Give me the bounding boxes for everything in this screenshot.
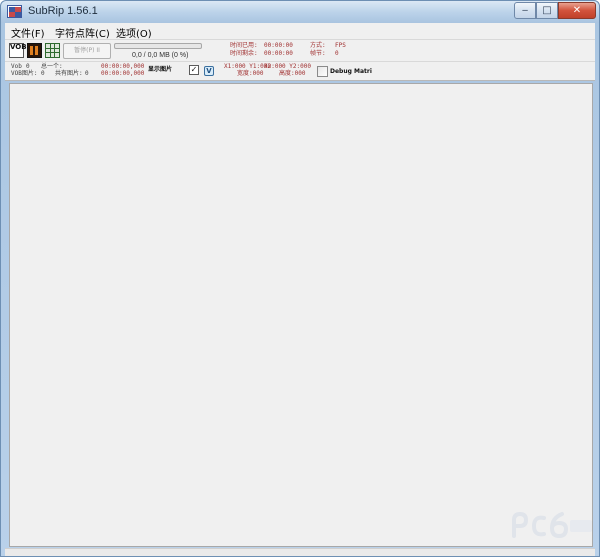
menu-char-matrix[interactable]: 字符点阵(C) [55, 25, 110, 40]
window-title: SubRip 1.56.1 [28, 5, 98, 17]
subrip-app-icon[interactable] [7, 5, 22, 18]
time-left-label: 时间剩余: [230, 50, 258, 57]
time-used-label: 时间已用: [230, 42, 258, 49]
vob-open-icon[interactable]: VOB [9, 43, 27, 58]
watermark-logo-icon [512, 511, 592, 539]
x2y2-label: X2:000 Y2:000 [264, 63, 311, 70]
shared-value: 0 [85, 70, 89, 77]
height-label: 高度:000 [279, 70, 306, 77]
time-start: 00:00:00,000 [101, 63, 145, 70]
show-image-label: 显示图片 [148, 66, 173, 73]
time-used-value: 00:00:00 [264, 42, 293, 49]
vob-label: Vob [11, 63, 22, 70]
pause-button[interactable]: 暂停(P) II [63, 43, 111, 59]
time-left-value: 00:00:00 [264, 50, 293, 57]
toolbar-main: VOB 暂停(P) II 0,0 / 0,0 MB (0 %) 时间已用: 00… [5, 39, 595, 61]
maximize-button[interactable]: □ [536, 2, 558, 19]
menu-bar: 文件(F) 字符点阵(C) 选项(O) [5, 23, 595, 40]
v-button[interactable]: V [204, 66, 214, 76]
app-window: SubRip 1.56.1 ‒ □ ✕ 文件(F) 字符点阵(C) 选项(O) … [0, 0, 600, 557]
close-button[interactable]: ✕ [558, 2, 596, 19]
show-image-checkbox[interactable]: ✓ [189, 65, 199, 75]
char-matrix-icon[interactable] [45, 43, 60, 58]
title-bar[interactable]: SubRip 1.56.1 ‒ □ ✕ [1, 1, 599, 23]
mode-value: FPS [335, 42, 346, 49]
width-label: 宽度:000 [237, 70, 264, 77]
size-text: 0,0 / 0,0 MB (0 %) [132, 52, 189, 59]
progress-bar [114, 43, 202, 49]
menu-options[interactable]: 选项(O) [116, 25, 152, 40]
status-bar [5, 548, 595, 556]
vob-image-value: 0 [41, 70, 45, 77]
frame-label: 帧节: [310, 50, 326, 57]
menu-file[interactable]: 文件(F) [11, 25, 45, 40]
debug-matrix-label: Debug Matri [330, 68, 372, 75]
count-label: 总一个: [41, 63, 63, 70]
vob-image-label: VOB图片: [11, 70, 38, 77]
time-end: 00:00:00,000 [101, 70, 145, 77]
mode-label: 方式: [310, 42, 326, 49]
vob-value: 0 [26, 63, 30, 70]
record-icon[interactable] [27, 43, 42, 58]
subtitle-image-panel [9, 83, 593, 547]
minimize-button[interactable]: ‒ [514, 2, 536, 19]
frame-value: 0 [335, 50, 339, 57]
toolbar-info: Vob 0 VOB图片: 0 总一个: 共有图片: 0 00:00:00,000… [5, 61, 595, 81]
debug-matrix-checkbox[interactable] [317, 66, 328, 77]
shared-label: 共有图片: [55, 70, 83, 77]
